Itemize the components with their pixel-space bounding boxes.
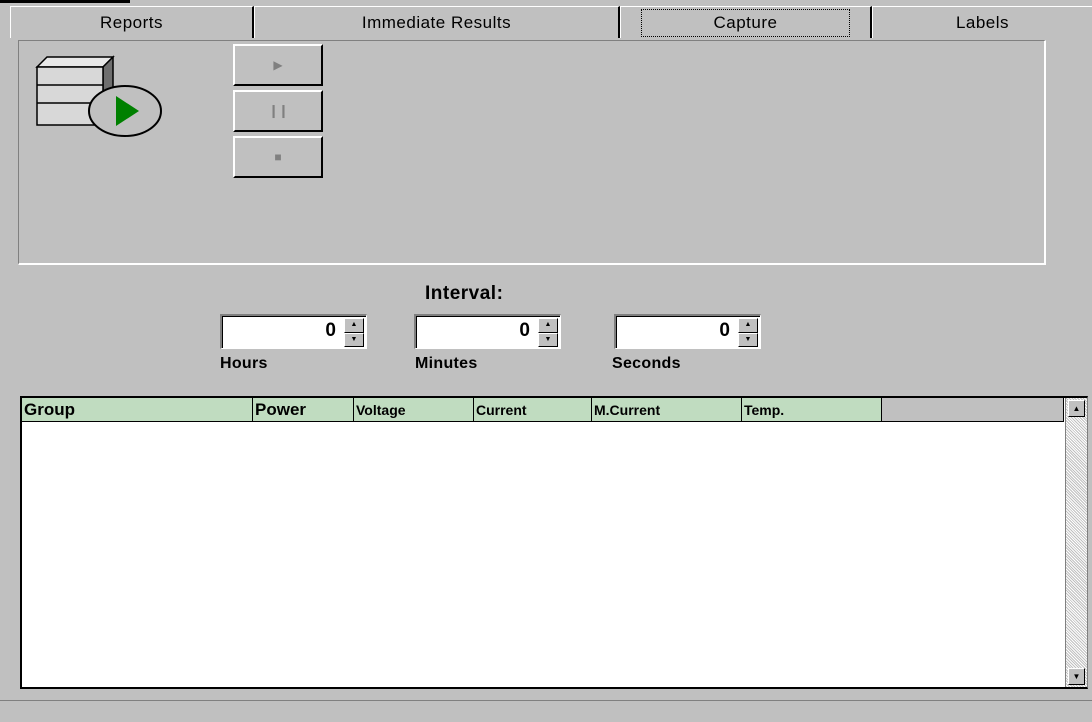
hours-value[interactable]: 0 [325, 320, 336, 342]
bottom-divider [0, 700, 1092, 701]
tab-capture-label: Capture [640, 8, 851, 37]
results-grid[interactable]: Group Power Voltage Current M.Current Te… [20, 396, 1088, 689]
column-header-temp[interactable]: Temp. [742, 398, 882, 422]
seconds-label: Seconds [612, 355, 681, 372]
interval-title: Interval: [425, 283, 504, 304]
pause-button[interactable]: ❙❙ [233, 90, 323, 132]
tab-labels-label: Labels [955, 12, 1010, 32]
minutes-down-arrow-icon[interactable]: ▼ [538, 332, 558, 347]
seconds-down-arrow-icon[interactable]: ▼ [738, 332, 758, 347]
stop-icon: ■ [274, 150, 282, 164]
play-icon: ▶ [273, 58, 283, 72]
minutes-spinner[interactable]: 0 ▲ ▼ [414, 314, 561, 349]
capture-controls-panel: ▶ ❙❙ ■ [18, 40, 1046, 265]
grid-header: Group Power Voltage Current M.Current Te… [22, 398, 1064, 422]
stop-button[interactable]: ■ [233, 136, 323, 178]
tab-labels[interactable]: Labels [872, 6, 1092, 38]
tab-reports-label: Reports [99, 12, 164, 32]
scroll-down-arrow-icon[interactable]: ▼ [1068, 668, 1085, 685]
tab-immediate-results[interactable]: Immediate Results [254, 6, 620, 38]
capture-server-play-icon [35, 49, 165, 141]
column-header-power[interactable]: Power [253, 398, 354, 422]
scroll-up-arrow-icon[interactable]: ▲ [1068, 400, 1085, 417]
column-header-m-current[interactable]: M.Current [592, 398, 742, 422]
seconds-spinner[interactable]: 0 ▲ ▼ [614, 314, 761, 349]
column-header-group[interactable]: Group [22, 398, 253, 422]
column-header-voltage[interactable]: Voltage [354, 398, 474, 422]
play-button[interactable]: ▶ [233, 44, 323, 86]
hours-spinner[interactable]: 0 ▲ ▼ [220, 314, 367, 349]
tab-reports[interactable]: Reports [10, 6, 254, 38]
minutes-label: Minutes [415, 355, 478, 372]
vertical-scrollbar[interactable]: ▲ ▼ [1065, 398, 1087, 687]
hours-label: Hours [220, 355, 268, 372]
column-header-current[interactable]: Current [474, 398, 592, 422]
pause-icon: ❙❙ [268, 103, 289, 118]
tab-immediate-results-label: Immediate Results [361, 12, 512, 32]
hours-down-arrow-icon[interactable]: ▼ [344, 332, 364, 347]
column-header-filler [882, 398, 1064, 422]
tab-capture[interactable]: Capture [620, 6, 872, 38]
top-edge-line [0, 0, 130, 3]
seconds-up-arrow-icon[interactable]: ▲ [738, 318, 758, 333]
seconds-value[interactable]: 0 [719, 320, 730, 342]
minutes-up-arrow-icon[interactable]: ▲ [538, 318, 558, 333]
hours-up-arrow-icon[interactable]: ▲ [344, 318, 364, 333]
minutes-value[interactable]: 0 [519, 320, 530, 342]
